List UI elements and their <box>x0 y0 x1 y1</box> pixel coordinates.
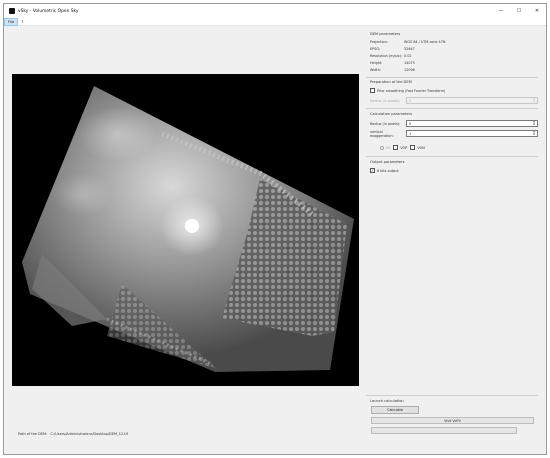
param-projection: Projection: WGS 84 / UTM zone 47N <box>370 40 445 44</box>
prior-smoothing-label: Prior smoothing (Fast Fourier Transform) <box>377 88 446 93</box>
param-width-label: Width: <box>370 68 381 72</box>
spin-arrows-icon[interactable]: ▲ ▼ <box>532 120 536 126</box>
calc-radius-row: Radius (in pixels): 5 ▲ ▼ <box>370 120 538 127</box>
param-resolution-value: 0.02 <box>404 54 412 58</box>
tif-output-checkbox[interactable]: ✓ 8 bits output <box>370 168 399 173</box>
tif-output-label: 8 bits output <box>377 168 399 173</box>
vertical-exaggeration-label: vertical exaggeration: <box>370 129 394 138</box>
app-icon <box>9 8 15 14</box>
progress-label: Visit VoPV <box>444 418 461 423</box>
checkbox-box[interactable] <box>393 145 399 150</box>
parameters-panel: DEM parameters Projection: WGS 84 / UTM z… <box>366 26 542 454</box>
title-bar: vSky - Volumetric Open Sky — ☐ ✕ <box>4 4 546 18</box>
calc-radius-label: Radius (in pixels): <box>370 121 401 126</box>
param-projection-label: Projection: <box>370 40 388 44</box>
dem-path-value: C:/Users/Administrateur/Desktop/DEM_12.t… <box>50 432 128 436</box>
menu-file[interactable]: File <box>4 17 19 26</box>
vertical-exaggeration-value: 1 <box>409 131 412 136</box>
dem-path: Path of the DEM: C:/Users/Administrateur… <box>18 432 128 436</box>
separator <box>366 77 538 78</box>
smoothing-radius-row: Radius (in pixels): 2 ▲ ▼ <box>370 97 538 104</box>
menu-bar: File ? <box>4 17 546 26</box>
launch-title: Launch calculation <box>370 399 404 403</box>
calc-params-title: Calculation parameters <box>370 112 413 116</box>
separator <box>366 108 538 109</box>
app-window: vSky - Volumetric Open Sky — ☐ ✕ File ? <box>3 3 547 455</box>
param-width-value: 12098 <box>404 68 415 72</box>
secondary-progress-bar <box>371 427 517 434</box>
param-epsg: EPSG: 32647 <box>370 47 415 51</box>
param-width: Width: 12098 <box>370 68 415 72</box>
param-height-value: 14075 <box>404 61 415 65</box>
maximize-button[interactable]: ☐ <box>510 4 528 18</box>
minimize-button[interactable]: — <box>492 4 510 18</box>
separator <box>366 395 538 396</box>
dem-image <box>22 86 354 372</box>
vertical-exaggeration-spinbox[interactable]: 1 ▲ ▼ <box>406 130 538 137</box>
calc-options: SO VOP VON <box>380 145 425 150</box>
checkbox-box[interactable] <box>410 145 416 150</box>
separator <box>366 156 538 157</box>
menu-help[interactable]: ? <box>18 18 26 26</box>
close-button[interactable]: ✕ <box>528 4 546 18</box>
param-epsg-value: 32647 <box>404 47 415 51</box>
param-resolution-label: Resolution (m/pix): <box>370 54 403 58</box>
param-epsg-label: EPSG: <box>370 47 381 51</box>
calc-radius-value: 5 <box>409 121 412 126</box>
param-height-label: Height: <box>370 61 383 65</box>
spin-arrows-icon[interactable]: ▲ ▼ <box>532 130 536 136</box>
smoothing-radius-value: 2 <box>409 98 412 103</box>
radio-circle-icon[interactable] <box>380 145 384 150</box>
smoothing-radius-label: Radius (in pixels): <box>370 98 401 103</box>
param-resolution: Resolution (m/pix): 0.02 <box>370 54 412 58</box>
smoothing-radius-spinbox[interactable]: 2 ▲ ▼ <box>406 97 538 104</box>
param-projection-value: WGS 84 / UTM zone 47N <box>404 40 446 44</box>
window-title: vSky - Volumetric Open Sky <box>18 8 79 14</box>
von-label: VON <box>417 145 425 150</box>
checkbox-box[interactable]: ✓ <box>370 168 375 173</box>
so-label: SO <box>385 145 391 150</box>
prior-smoothing-checkbox[interactable]: Prior smoothing (Fast Fourier Transform) <box>370 88 445 93</box>
checkbox-box[interactable] <box>370 88 375 93</box>
dem-params-title: DEM parameters <box>370 32 401 36</box>
output-params-title: Output parameters <box>370 160 405 164</box>
param-height: Height: 14075 <box>370 61 415 65</box>
so-radio[interactable]: SO <box>380 145 391 150</box>
vop-label: VOP <box>400 145 408 150</box>
von-checkbox[interactable]: VON <box>410 145 425 150</box>
vop-checkbox[interactable]: VOP <box>393 145 407 150</box>
vertical-exaggeration-row: vertical exaggeration: 1 ▲ ▼ <box>370 129 538 138</box>
dem-preview[interactable] <box>12 74 359 386</box>
spin-arrows-icon[interactable]: ▲ ▼ <box>532 97 536 103</box>
calculate-button[interactable]: Calculate <box>371 406 419 414</box>
calc-radius-spinbox[interactable]: 5 ▲ ▼ <box>406 120 538 127</box>
dem-path-label: Path of the DEM: <box>18 432 48 436</box>
dem-prep-title: Preparation of the DEM <box>370 80 412 84</box>
